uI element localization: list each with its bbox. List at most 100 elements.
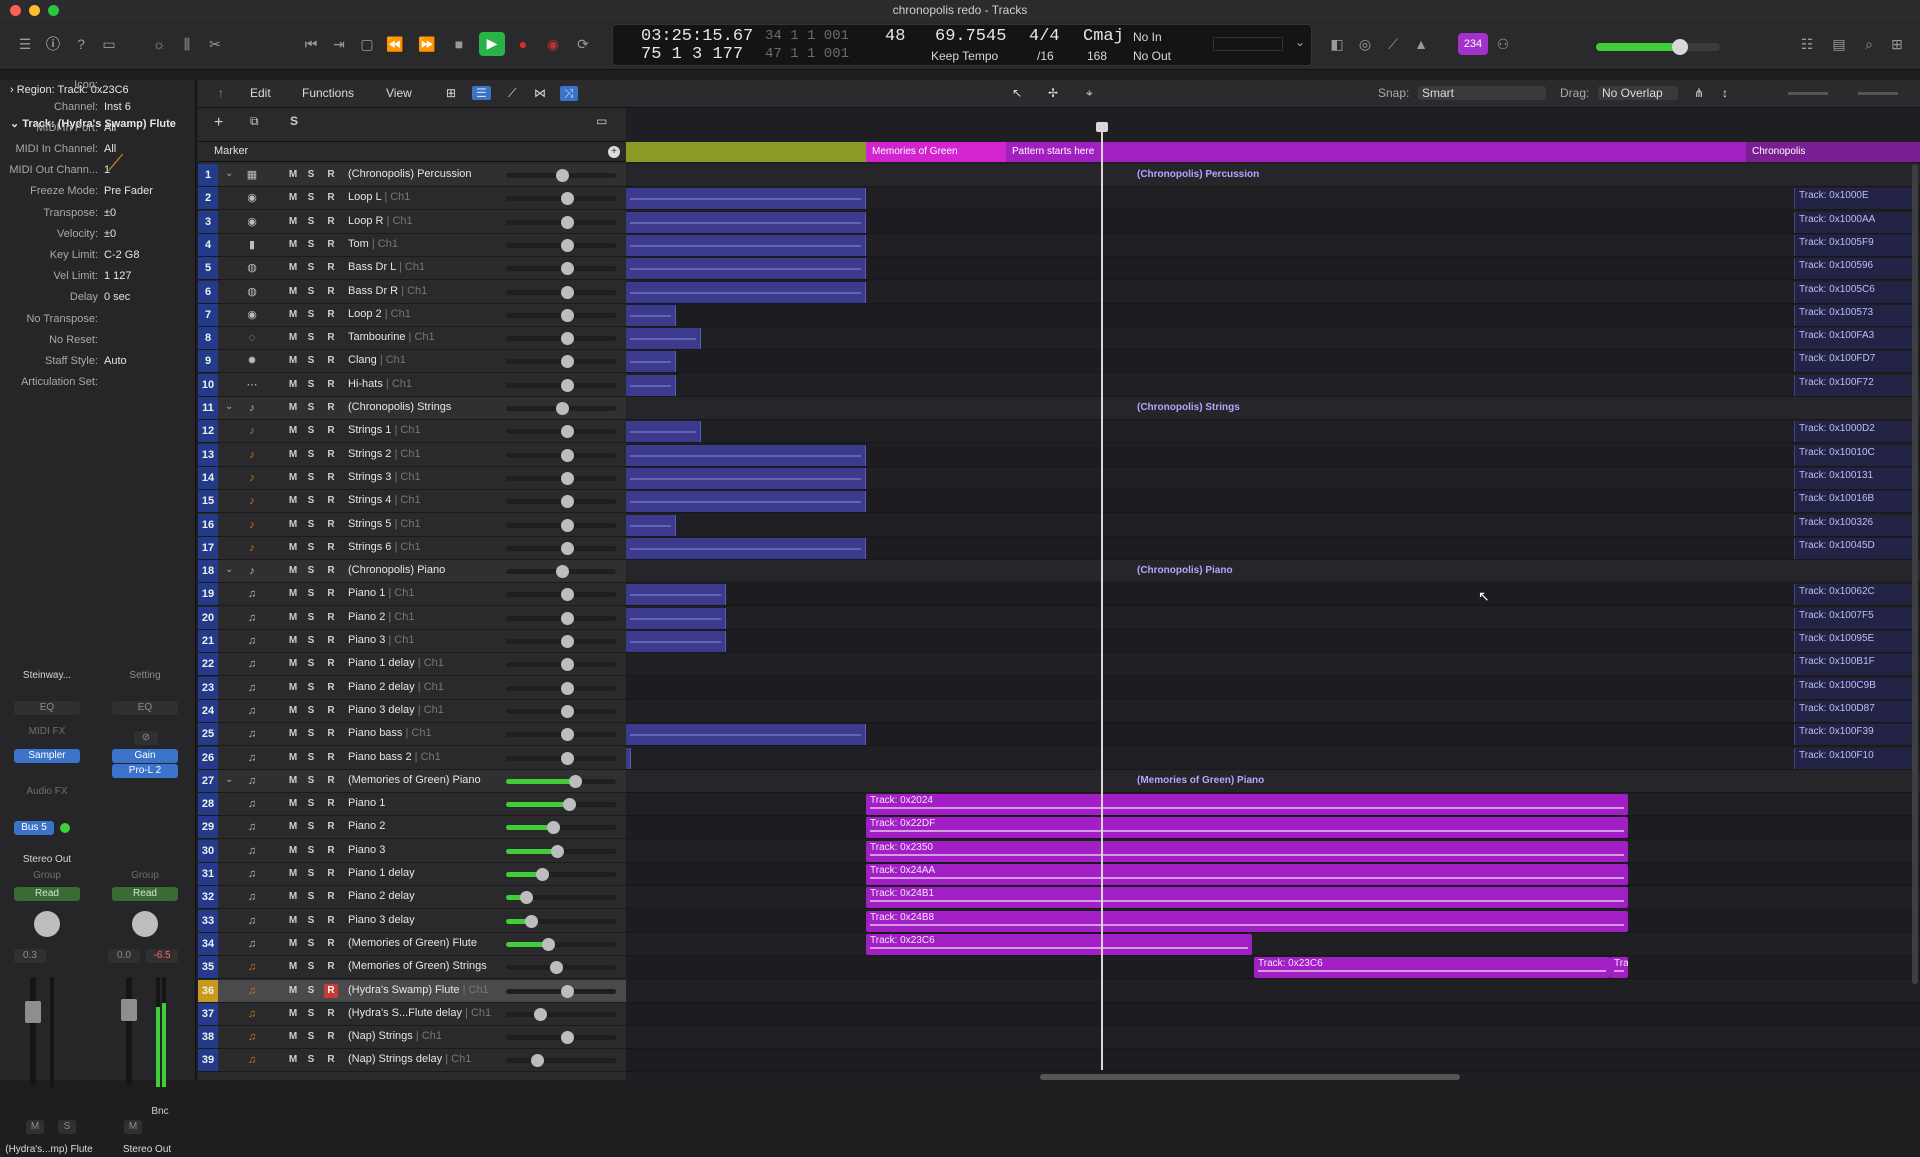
marker-2[interactable]: Pattern starts here <box>1006 142 1746 162</box>
param-value[interactable]: Inst 6 <box>104 101 131 113</box>
go-to-start-icon[interactable]: ⏮ <box>300 33 322 55</box>
disclosure-triangle-icon[interactable]: ⌄ <box>225 774 233 785</box>
horizontal-scrollbar[interactable] <box>1040 1074 1460 1080</box>
vertical-zoom-slider[interactable] <box>1788 92 1828 95</box>
track-icon[interactable]: ♫ <box>244 656 260 672</box>
record-enable-button[interactable]: R <box>324 354 338 368</box>
param-value[interactable]: C-2 G8 <box>104 249 139 261</box>
track-volume-slider[interactable] <box>506 285 616 299</box>
track-lane[interactable] <box>626 979 1920 1003</box>
track-name[interactable]: Piano bass | Ch1 <box>348 727 432 739</box>
track-lane[interactable] <box>626 583 1920 607</box>
list-icon[interactable]: ☷ <box>1796 33 1818 55</box>
mute-button[interactable]: M <box>286 634 300 648</box>
midi-region[interactable]: Track: 0x100FA3 <box>1794 328 1918 350</box>
output-mute-button[interactable]: M <box>124 1120 142 1134</box>
mute-button[interactable]: M <box>286 984 300 998</box>
volume-knob[interactable] <box>555 565 569 579</box>
track-icon[interactable]: ♫ <box>244 983 260 999</box>
volume-knob[interactable] <box>561 611 574 625</box>
count-in-badge[interactable]: 234 <box>1458 33 1488 55</box>
solo-button[interactable]: S <box>304 191 318 205</box>
midi-region[interactable] <box>626 747 631 769</box>
send-level-knob[interactable] <box>60 823 70 833</box>
volume-knob[interactable] <box>561 658 574 672</box>
midi-region[interactable]: Track: 0x1000AA <box>1794 211 1918 233</box>
volume-fader-cap[interactable] <box>25 1001 41 1023</box>
inspector-param[interactable]: MIDI In Channel: All <box>0 140 190 161</box>
record-enable-button[interactable]: R <box>324 704 338 718</box>
volume-knob[interactable] <box>561 471 574 485</box>
track-lane[interactable] <box>626 1002 1920 1026</box>
mute-button[interactable]: M <box>286 704 300 718</box>
track-volume-slider[interactable] <box>506 262 616 276</box>
solo-button[interactable]: S <box>304 564 318 578</box>
volume-knob[interactable] <box>561 332 574 346</box>
mute-button[interactable]: M <box>286 191 300 205</box>
track-volume-slider[interactable] <box>506 1031 616 1045</box>
record-icon[interactable]: ● <box>512 33 534 55</box>
volume-knob[interactable] <box>561 262 574 276</box>
pro-l-plugin-slot[interactable]: Pro-L 2 <box>112 764 178 778</box>
automation-mode[interactable]: Read <box>14 887 80 901</box>
midi-region[interactable]: Track: 0x24B8 <box>866 910 1628 932</box>
track-name[interactable]: Tambourine | Ch1 <box>348 331 435 343</box>
mute-button[interactable]: M <box>286 867 300 881</box>
track-row[interactable]: 2 ◉ M S R Loop L | Ch1 <box>198 187 626 211</box>
inspector-param[interactable]: MIDI Out Chann... 1 <box>0 161 190 182</box>
track-volume-slider[interactable] <box>506 937 616 951</box>
midi-region[interactable] <box>626 211 866 233</box>
midi-region[interactable] <box>626 258 866 280</box>
track-icon[interactable]: ◍ <box>244 284 260 300</box>
record-enable-button[interactable]: R <box>324 681 338 695</box>
duplicate-track-icon[interactable]: ⧉ <box>250 114 259 129</box>
track-volume-slider[interactable] <box>506 984 616 998</box>
midi-region[interactable]: Track: 0x23C6 <box>1254 957 1610 979</box>
track-name[interactable]: Piano 2 delay | Ch1 <box>348 681 444 693</box>
waveform-zoom-icon[interactable]: ⋔ <box>1694 86 1704 100</box>
chevron-down-icon[interactable]: ⌄ <box>1295 35 1305 49</box>
solo-button[interactable]: S <box>304 1007 318 1021</box>
volume-knob[interactable] <box>561 285 574 299</box>
solo-button[interactable]: S <box>304 471 318 485</box>
list-view-icon[interactable]: ☰ <box>472 86 491 100</box>
track-row[interactable]: 18 ⌄ ♪ M S R (Chronopolis) Piano <box>198 560 626 584</box>
record-enable-button[interactable]: R <box>324 774 338 788</box>
midi-region[interactable]: Track: 0x100C9B <box>1794 677 1918 699</box>
mute-button[interactable]: M <box>286 657 300 671</box>
solo-button[interactable]: S <box>304 541 318 555</box>
notepad-icon[interactable]: ▤ <box>1828 33 1850 55</box>
track-volume-slider[interactable] <box>506 844 616 858</box>
volume-knob[interactable] <box>561 518 574 532</box>
back-arrow-icon[interactable]: ↑ <box>218 86 224 100</box>
record-enable-button[interactable]: R <box>324 844 338 858</box>
metronome-icon[interactable]: ▲ <box>1410 33 1432 55</box>
midi-region[interactable] <box>626 631 726 652</box>
volume-knob[interactable] <box>524 914 538 928</box>
play-icon[interactable]: ▶ <box>479 32 505 56</box>
solo-button[interactable]: S <box>304 215 318 229</box>
inspector-icon[interactable]: ⓘ <box>42 33 64 55</box>
track-row[interactable]: 31 ♫ M S R Piano 1 delay <box>198 863 626 886</box>
volume-knob[interactable] <box>561 728 574 742</box>
midi-region[interactable] <box>626 537 866 559</box>
track-name[interactable]: Piano 1 delay <box>348 867 415 879</box>
audio-fx-slot[interactable]: Audio FX <box>14 785 80 799</box>
track-volume-slider[interactable] <box>506 728 616 742</box>
volume-knob[interactable] <box>561 1031 574 1045</box>
mixer-icon[interactable]: ⫼ <box>176 33 198 55</box>
inspector-param[interactable]: Staff Style: Auto <box>0 352 190 373</box>
track-icon[interactable]: ♫ <box>244 1029 260 1045</box>
track-row[interactable]: 27 ⌄ ♫ M S R (Memories of Green) Piano <box>198 769 626 793</box>
inspector-param[interactable]: Transpose: ±0 <box>0 204 190 225</box>
output-setting-button[interactable]: Setting <box>112 669 178 683</box>
volume-knob[interactable] <box>561 192 574 206</box>
track-row[interactable]: 12 ♪ M S R Strings 1 | Ch1 <box>198 420 626 444</box>
track-icon[interactable]: ◉ <box>244 190 260 206</box>
mute-button[interactable]: M <box>286 890 300 904</box>
track-name[interactable]: Hi-hats | Ch1 <box>348 378 412 390</box>
track-lane[interactable] <box>626 1049 1920 1073</box>
marker-region-intro[interactable] <box>626 142 866 162</box>
solo-button[interactable]: S <box>304 168 318 182</box>
volume-knob[interactable] <box>542 937 556 951</box>
